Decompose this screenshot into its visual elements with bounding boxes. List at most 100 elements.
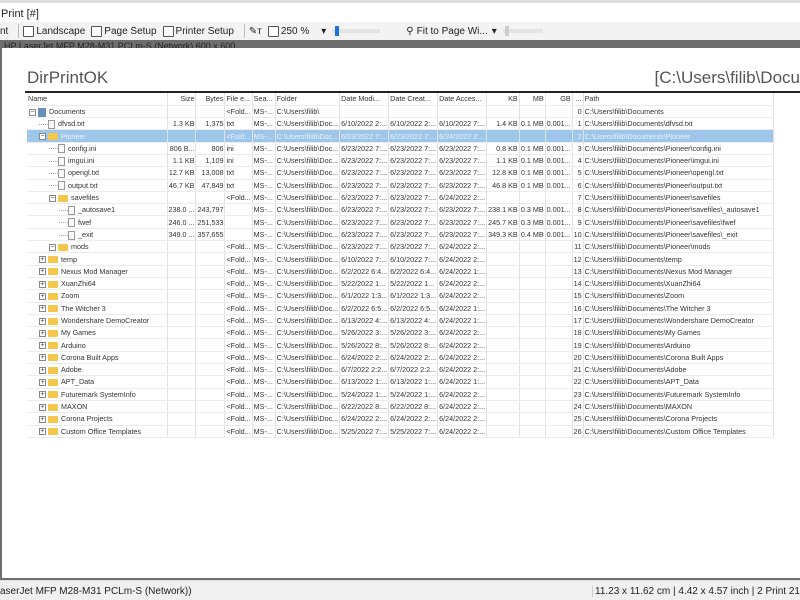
collapse-icon[interactable]: −	[39, 133, 46, 141]
cell-s	[167, 363, 197, 377]
cell-kb	[486, 412, 520, 426]
expand-icon[interactable]: +	[39, 403, 46, 411]
cell-m	[339, 105, 390, 119]
tree-line	[49, 148, 58, 150]
cell-kb: 349.3 KB	[486, 228, 520, 242]
status-dimensions: 11.23 x 11.62 cm | 4.42 x 4.57 inch | 2 …	[592, 586, 800, 597]
zoom-slider[interactable]	[332, 26, 381, 36]
expand-icon[interactable]: +	[39, 317, 46, 325]
folder-icon	[48, 256, 58, 264]
print-button[interactable]: nt	[0, 26, 8, 37]
tree-line	[59, 234, 68, 236]
cell-p: C:\Users\filib\Documents\Wondershare Dem…	[583, 314, 774, 328]
item-name: XuanZhi64	[61, 279, 96, 289]
table-row[interactable]: + Zoom <Fold... MS-... C:\Users\filib\Doc...…	[27, 289, 774, 303]
table-row[interactable]: dfvsd.txt 1.3 KB 1,375 txt MS-... C:\Users\fi…	[27, 117, 774, 131]
cell-p: C:\Users\filib\Documents\My Games	[583, 326, 774, 340]
document-title: DirPrintOK	[27, 68, 109, 87]
fit-slider-thumb[interactable]	[504, 26, 509, 36]
table-row[interactable]: output.txt 46.7 KB 47,849 txt MS-... C:\Users…	[27, 179, 774, 192]
expand-icon[interactable]: +	[39, 379, 46, 387]
collapse-icon[interactable]: −	[49, 243, 56, 251]
expand-icon[interactable]: +	[39, 428, 46, 436]
item-name: fwef	[78, 217, 92, 227]
cell-kb	[486, 388, 520, 401]
cell-m: 6/23/2022 7:...	[339, 203, 390, 217]
name-cell: _autosave1	[27, 203, 168, 217]
cell-s	[167, 388, 197, 401]
table-row[interactable]: fwef 246.0 ... 251,533 MS-... C:\Users\filib…	[27, 215, 774, 229]
cell-mb	[519, 129, 546, 143]
landscape-icon	[23, 25, 35, 37]
expand-icon[interactable]: +	[39, 342, 46, 350]
table-row[interactable]: + Corona Projects <Fold... MS-... C:\Users\f…	[27, 412, 774, 426]
expand-icon[interactable]: +	[39, 305, 46, 313]
table-row[interactable]: imgui.ini 1.1 KB 1,109 ini MS-... C:\Users\fi…	[27, 154, 774, 168]
cell-gb: 0.001...	[545, 179, 573, 192]
expand-icon[interactable]: +	[39, 329, 46, 337]
page-setup-button[interactable]: Page Setup	[91, 25, 157, 37]
cell-b	[195, 338, 226, 352]
table-row[interactable]: + APT_Data <Fold... MS-... C:\Users\filib\Do…	[27, 375, 774, 389]
table-row[interactable]: − Pioneer <Fold... MS-... C:\Users\filib\Doc…	[27, 129, 774, 143]
file-icon	[58, 156, 65, 166]
table-row[interactable]: + temp <Fold... MS-... C:\Users\filib\Doc...…	[27, 252, 774, 266]
cell-mb	[519, 277, 546, 291]
cell-mb: 0.1 MB	[519, 142, 546, 155]
expand-icon[interactable]: +	[39, 268, 46, 276]
cell-p: C:\Users\filib\Documents\The Witcher 3	[583, 302, 774, 315]
table-row[interactable]: opengl.txt 12.7 KB 13,008 txt MS-... C:\Users…	[27, 166, 774, 180]
table-row[interactable]: + Adobe <Fold... MS-... C:\Users\filib\Doc..…	[27, 363, 774, 377]
name-cell: + Corona Projects	[27, 412, 168, 426]
landscape-button[interactable]: Landscape	[23, 25, 85, 37]
table-row[interactable]: − Documents <Fold... MS-... C:\Users\filib\ 0…	[27, 105, 774, 119]
zoom-slider-thumb[interactable]	[334, 26, 339, 36]
expand-icon[interactable]: +	[39, 415, 46, 423]
collapse-icon[interactable]: −	[29, 108, 36, 116]
table-row[interactable]: + The Witcher 3 <Fold... MS-... C:\Users\fil…	[27, 302, 774, 315]
cell-a: 6/24/2022 2:...	[437, 191, 488, 205]
cell-a: 6/23/2022 7:...	[437, 215, 488, 229]
table-row[interactable]: _exit 349.0 ... 357,655 MS-... C:\Users\fili…	[27, 228, 774, 242]
cell-f: C:\Users\filib\Doc...	[275, 400, 341, 414]
table-row[interactable]: − savefiles <Fold... MS-... C:\Users\filib\D…	[27, 191, 774, 205]
collapse-icon[interactable]: −	[49, 194, 56, 202]
expand-icon[interactable]: +	[39, 354, 46, 362]
table-row[interactable]: + Wondershare DemoCreator <Fold... MS-... C:…	[27, 314, 774, 328]
expand-icon[interactable]: +	[39, 256, 46, 264]
cell-kb: 1.4 KB	[486, 117, 520, 131]
cell-s	[167, 351, 197, 365]
font-button[interactable]: ✎ᴛ	[249, 26, 262, 37]
table-row[interactable]: + My Games <Fold... MS-... C:\Users\filib\Do…	[27, 326, 774, 340]
cell-se: MS-...	[252, 289, 276, 303]
expand-icon[interactable]: +	[39, 280, 46, 288]
cell-p: C:\Users\filib\Documents\Pioneer\savefil…	[583, 203, 774, 217]
expand-icon[interactable]: +	[39, 292, 46, 300]
table-row[interactable]: + Corona Built Apps <Fold... MS-... C:\Users…	[27, 351, 774, 365]
table-row[interactable]: + Nexus Mod Manager <Fold... MS-... C:\Users…	[27, 265, 774, 278]
table-row[interactable]: + Custom Office Templates <Fold... MS-... C:…	[27, 425, 774, 438]
zoom-select[interactable]: 250 % ▾	[267, 25, 326, 37]
cell-b	[195, 412, 226, 426]
table-row[interactable]: _autosave1 238.0 ... 243,797 MS-... C:\Users…	[27, 203, 774, 217]
table-row[interactable]: + Arduino <Fold... MS-... C:\Users\filib\Doc…	[27, 338, 774, 352]
cell-mb	[519, 363, 546, 377]
name-cell: − Documents	[27, 105, 168, 119]
expand-icon[interactable]: +	[39, 391, 46, 399]
cell-a: 6/24/2022 2:...	[437, 363, 488, 377]
cell-se: MS-...	[252, 252, 276, 266]
cell-m: 6/10/2022 2:...	[339, 117, 390, 131]
folder-icon	[48, 366, 58, 374]
expand-icon[interactable]: +	[39, 366, 46, 374]
printer-setup-button[interactable]: Printer Setup	[162, 25, 234, 37]
fit-select[interactable]: ⚲ Fit to Page Wi... ▾	[406, 26, 497, 37]
table-row[interactable]: + MAXON <Fold... MS-... C:\Users\filib\Doc..…	[27, 400, 774, 414]
item-name: savefiles	[71, 193, 99, 203]
table-row[interactable]: − mods <Fold... MS-... C:\Users\filib\Doc...…	[27, 240, 774, 254]
fit-slider[interactable]	[502, 26, 543, 36]
table-row[interactable]: config.ini 806 B... 806 ini MS-... C:\Users\f…	[27, 142, 774, 155]
table-row[interactable]: + Futuremark SystemInfo <Fold... MS-... C:\U…	[27, 388, 774, 401]
table-row[interactable]: + XuanZhi64 <Fold... MS-... C:\Users\filib\D…	[27, 277, 774, 291]
cell-i: 23	[572, 388, 584, 401]
cell-f: C:\Users\filib\Doc...	[275, 154, 341, 168]
